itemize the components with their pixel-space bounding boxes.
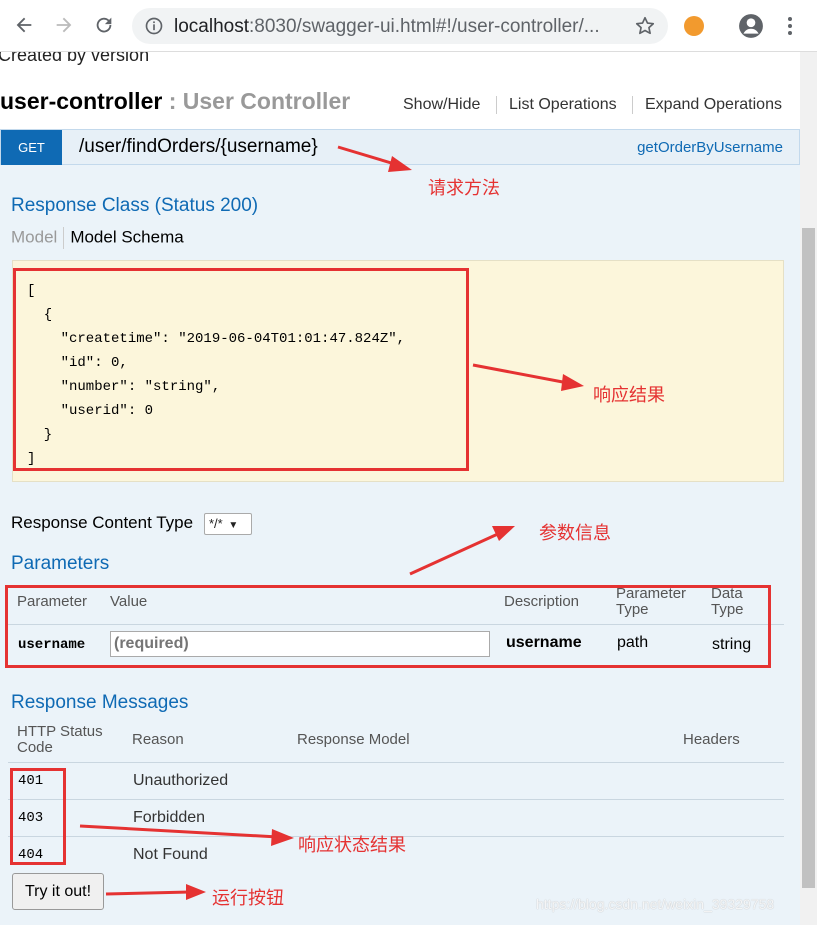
back-icon[interactable]: [9, 10, 39, 40]
annotation-response-status: 响应状态结果: [298, 835, 406, 856]
annotation-run-button: 运行按钮: [212, 888, 284, 909]
vertical-scrollbar[interactable]: [800, 52, 817, 925]
annotation-response-result: 响应结果: [593, 385, 665, 406]
forward-icon[interactable]: [49, 10, 79, 40]
url-rest: :8030/swagger-ui.html#!/user-controller/…: [249, 16, 600, 37]
watermark: https://blog.csdn.net/weixin_39329758: [536, 896, 775, 912]
url-host: localhost: [174, 16, 249, 37]
swagger-page: Created by version user-controller : Use…: [0, 52, 800, 925]
account-icon[interactable]: [738, 13, 764, 39]
address-bar[interactable]: localhost:8030/swagger-ui.html#!/user-co…: [132, 8, 668, 44]
scrollbar-thumb[interactable]: [802, 228, 815, 888]
bookmark-star-icon[interactable]: [634, 15, 656, 37]
url-text[interactable]: localhost:8030/swagger-ui.html#!/user-co…: [174, 16, 614, 38]
reload-icon[interactable]: [89, 10, 119, 40]
info-icon[interactable]: [144, 16, 164, 36]
annotation-request-method: 请求方法: [428, 178, 500, 199]
extension-icon[interactable]: [684, 16, 704, 36]
browser-toolbar: localhost:8030/swagger-ui.html#!/user-co…: [0, 0, 817, 52]
annotation-arrows: [79, 145, 584, 900]
annotation-param-info: 参数信息: [539, 523, 611, 544]
menu-dots-icon[interactable]: [782, 14, 798, 38]
